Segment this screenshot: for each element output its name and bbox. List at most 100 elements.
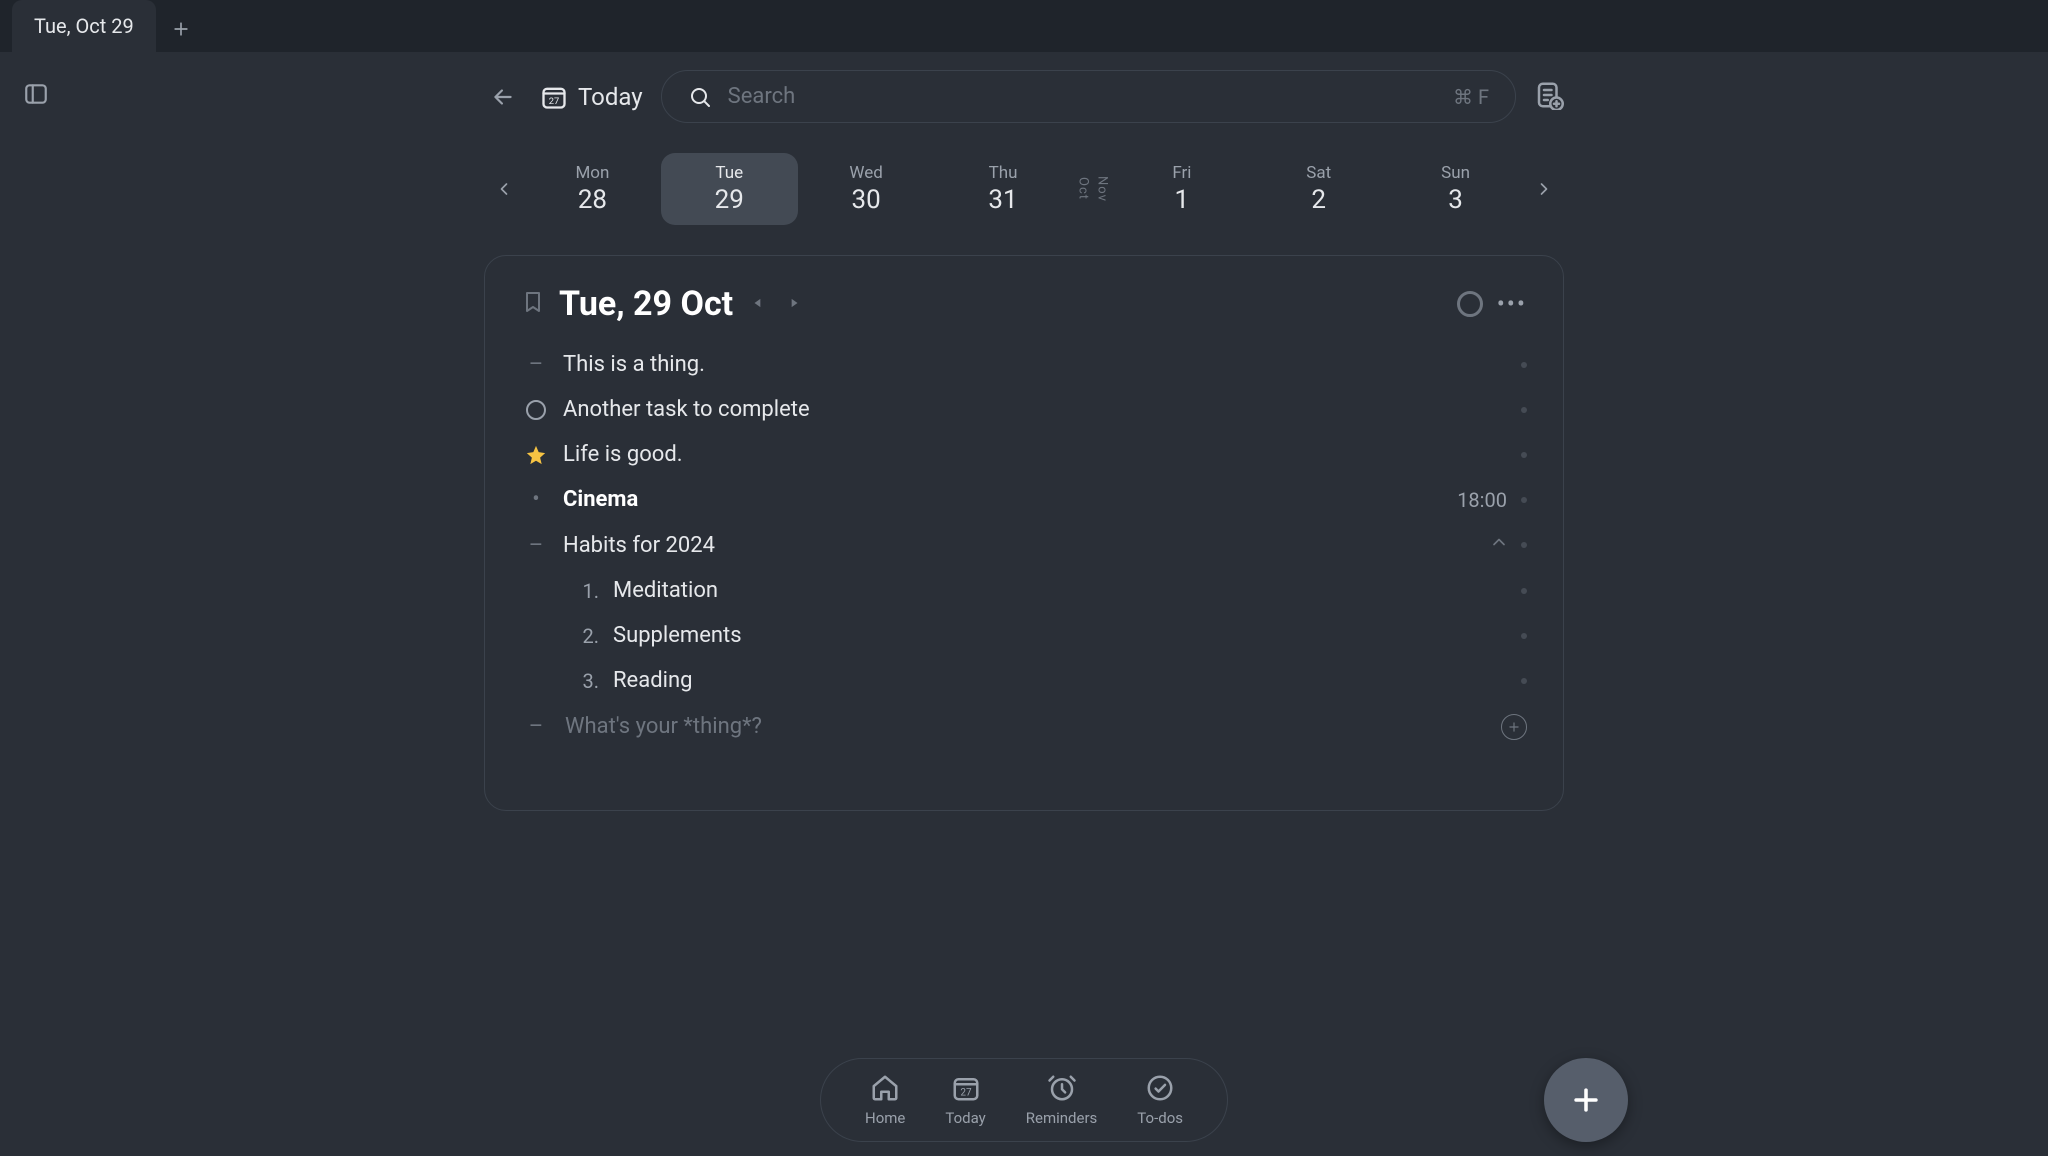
entry-text: Supplements	[613, 623, 1521, 648]
day-thu[interactable]: Thu31	[935, 153, 1072, 225]
page-title: Tue, 29 Oct	[559, 284, 733, 324]
drag-handle[interactable]	[1521, 542, 1527, 548]
drag-handle[interactable]	[1521, 452, 1527, 458]
dock-reminders[interactable]: Reminders	[1026, 1073, 1098, 1127]
month-left: Oct	[1075, 177, 1090, 200]
drag-handle[interactable]	[1521, 588, 1527, 594]
workspace: 27 Today ⌘ F Mon28 Tue29 Wed30 Thu31	[0, 52, 2048, 1156]
entry-text: Habits for 2024	[563, 533, 1489, 558]
search-icon	[688, 85, 712, 109]
title-next-button[interactable]	[783, 291, 805, 318]
plus-icon	[1507, 720, 1521, 734]
new-note-button[interactable]	[1534, 80, 1564, 114]
calendar-icon: 27	[951, 1073, 981, 1103]
entry-task[interactable]: Another task to complete	[485, 387, 1563, 432]
arrow-left-icon	[490, 84, 516, 110]
dash-marker-icon	[521, 352, 551, 377]
dash-marker-icon	[521, 533, 551, 558]
entry-text: Meditation	[613, 578, 1521, 603]
dock-today[interactable]: 27 Today	[945, 1073, 985, 1127]
entry-event[interactable]: Cinema 18:00	[485, 477, 1563, 522]
list-index: 2.	[569, 624, 599, 648]
note-plus-icon	[1534, 80, 1564, 110]
sidebar-toggle[interactable]	[22, 80, 50, 108]
tab-strip: Tue, Oct 29	[0, 0, 2048, 52]
drag-handle[interactable]	[1521, 633, 1527, 639]
event-dot-icon	[521, 487, 551, 512]
drag-handle[interactable]	[1521, 407, 1527, 413]
day-card: Tue, 29 Oct ••• This is a thing. Another…	[484, 255, 1564, 811]
tab-active[interactable]: Tue, Oct 29	[12, 0, 156, 52]
habit-item[interactable]: 1. Meditation	[485, 568, 1563, 613]
list-index: 3.	[569, 669, 599, 693]
date-strip: Mon28 Tue29 Wed30 Thu31 Oct Nov Fri1 Sat…	[484, 153, 1564, 225]
day-status-circle[interactable]	[1457, 291, 1483, 317]
search-shortcut: ⌘ F	[1453, 85, 1489, 109]
new-entry-input[interactable]	[563, 713, 1501, 740]
triangle-right-icon	[787, 296, 801, 310]
top-toolbar: 27 Today ⌘ F	[484, 70, 1564, 123]
habit-item[interactable]: 2. Supplements	[485, 613, 1563, 658]
triangle-left-icon	[751, 296, 765, 310]
check-circle-icon	[1145, 1073, 1175, 1103]
new-tab-button[interactable]	[162, 10, 200, 48]
chevron-left-icon	[494, 179, 514, 199]
entry-group[interactable]: Habits for 2024	[485, 522, 1563, 568]
day-wed[interactable]: Wed30	[798, 153, 935, 225]
dash-marker-icon	[521, 714, 551, 739]
add-entry-button[interactable]	[1501, 714, 1527, 740]
entry-highlight[interactable]: Life is good.	[485, 432, 1563, 477]
new-entry-row[interactable]	[485, 703, 1563, 750]
day-mon[interactable]: Mon28	[524, 153, 661, 225]
dock-todos[interactable]: To-dos	[1137, 1073, 1183, 1127]
alarm-icon	[1047, 1073, 1077, 1103]
drag-handle[interactable]	[1521, 362, 1527, 368]
title-prev-button[interactable]	[747, 291, 769, 318]
collapse-toggle[interactable]	[1489, 532, 1509, 558]
week-next-button[interactable]	[1524, 159, 1564, 219]
week-prev-button[interactable]	[484, 159, 524, 219]
today-button[interactable]: 27 Today	[540, 83, 643, 111]
star-icon	[521, 444, 551, 466]
dock-label: Today	[945, 1109, 985, 1127]
task-checkbox[interactable]	[521, 400, 551, 420]
list-index: 1.	[569, 579, 599, 603]
fab-add-button[interactable]	[1544, 1058, 1628, 1142]
search-input[interactable]	[726, 83, 1439, 110]
entry-list: This is a thing. Another task to complet…	[485, 342, 1563, 750]
month-separator: Oct Nov	[1071, 176, 1113, 202]
calendar-today-icon: 27	[540, 83, 568, 111]
date-cells: Mon28 Tue29 Wed30 Thu31 Oct Nov Fri1 Sat…	[524, 153, 1524, 225]
dock-label: Home	[865, 1109, 905, 1127]
dock-home[interactable]: Home	[865, 1073, 905, 1127]
entry-note[interactable]: This is a thing.	[485, 342, 1563, 387]
dock-label: Reminders	[1026, 1109, 1098, 1127]
svg-text:27: 27	[549, 96, 560, 107]
drag-handle[interactable]	[1521, 497, 1527, 503]
entry-text: This is a thing.	[563, 352, 1521, 377]
tab-label: Tue, Oct 29	[34, 14, 134, 38]
back-button[interactable]	[484, 78, 522, 116]
entry-text: Another task to complete	[563, 397, 1521, 422]
bookmark-icon[interactable]	[521, 290, 545, 318]
plus-icon	[171, 19, 191, 39]
dock-label: To-dos	[1137, 1109, 1183, 1127]
habit-item[interactable]: 3. Reading	[485, 658, 1563, 703]
svg-text:27: 27	[960, 1088, 972, 1099]
more-menu-button[interactable]: •••	[1497, 290, 1527, 318]
day-tue[interactable]: Tue29	[661, 153, 798, 225]
drag-handle[interactable]	[1521, 678, 1527, 684]
chevron-right-icon	[1534, 179, 1554, 199]
day-fri[interactable]: Fri1	[1113, 153, 1250, 225]
search-field[interactable]: ⌘ F	[661, 70, 1516, 123]
plus-icon	[1569, 1083, 1603, 1117]
day-sun[interactable]: Sun3	[1387, 153, 1524, 225]
entry-text: Cinema	[563, 487, 1457, 512]
today-label: Today	[578, 83, 643, 111]
event-time: 18:00	[1457, 488, 1507, 512]
card-header: Tue, 29 Oct •••	[485, 284, 1563, 324]
entry-text: Life is good.	[563, 442, 1521, 467]
day-sat[interactable]: Sat2	[1250, 153, 1387, 225]
bottom-dock: Home 27 Today Reminders To-dos	[820, 1058, 1228, 1142]
home-icon	[870, 1073, 900, 1103]
